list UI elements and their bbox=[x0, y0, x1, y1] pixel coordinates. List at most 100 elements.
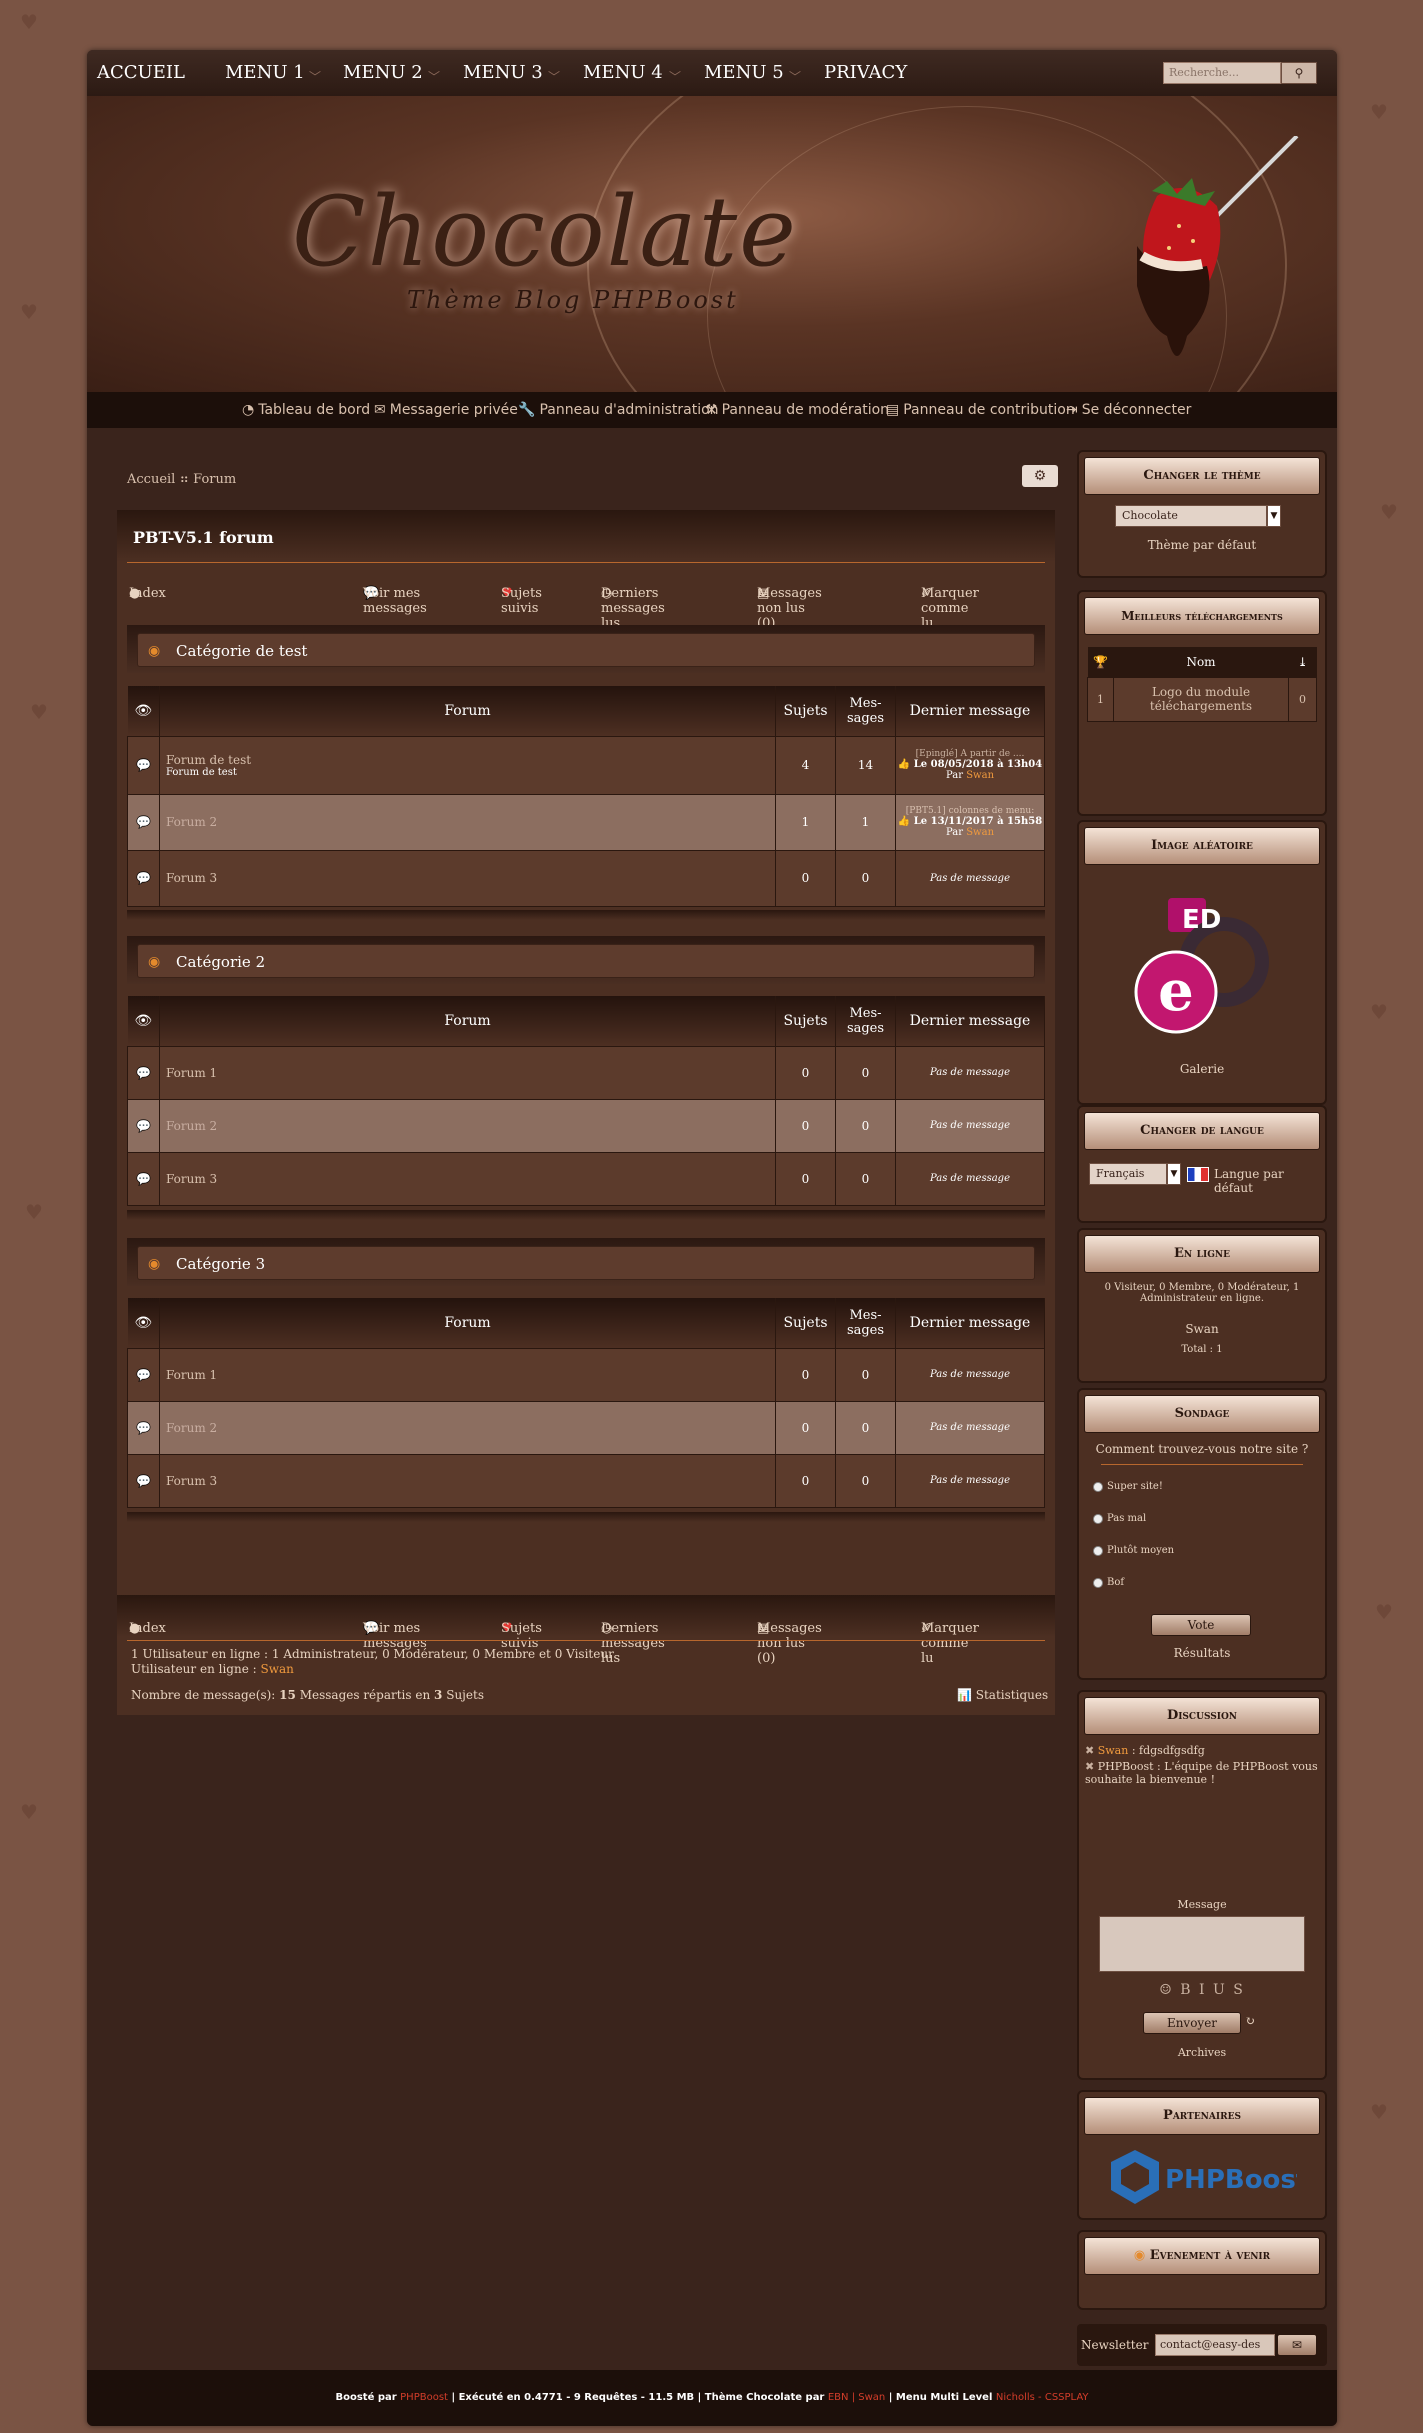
newsletter-submit-button[interactable]: ✉ bbox=[1277, 2334, 1317, 2356]
menu-item-accueil[interactable]: ACCUEIL bbox=[97, 62, 185, 83]
forum-nav-top: ● Index 💬 Voir mes messages ♥ Sujets suiv… bbox=[127, 570, 1045, 631]
cssplay-link[interactable]: Nicholls - CSSPLAY bbox=[996, 2392, 1089, 2403]
trophy-icon: 🏆 bbox=[1087, 647, 1114, 677]
rss-icon[interactable]: ◉ bbox=[1134, 2248, 1150, 2263]
subforum-link[interactable]: Forum de test bbox=[166, 767, 775, 778]
site-logo-title[interactable]: Chocolate bbox=[292, 176, 798, 288]
rss-icon[interactable]: ◉ bbox=[148, 643, 160, 659]
table-row[interactable]: 💬 Forum 1 0 0 Pas de message bbox=[127, 1347, 1045, 1402]
forum-table: 👁 Forum Sujets Mes-sages Dernier message… bbox=[127, 996, 1045, 1206]
rss-icon[interactable]: ◉ bbox=[148, 1256, 160, 1272]
forum-link[interactable]: Forum 3 bbox=[159, 1151, 776, 1206]
theme-select[interactable]: Chocolate bbox=[1115, 505, 1267, 527]
refresh-icon[interactable]: ↻ bbox=[1245, 2014, 1255, 2028]
forum-cell[interactable]: Forum de test Forum de test bbox=[159, 735, 776, 795]
last-topic-title[interactable]: [Epinglé] A partir de .... bbox=[896, 749, 1044, 759]
vote-button[interactable]: Vote bbox=[1151, 1614, 1251, 1636]
forum-link[interactable]: Forum 3 bbox=[159, 1453, 776, 1508]
theme-authors-link[interactable]: EBN | Swan bbox=[828, 2392, 885, 2403]
forum-link[interactable]: Forum de test bbox=[166, 753, 775, 767]
comment-icon: 💬 bbox=[127, 793, 160, 851]
poll-results-link[interactable]: Résultats bbox=[1079, 1646, 1325, 1660]
private-messages-link[interactable]: ✉ Messagerie privée bbox=[374, 402, 518, 418]
download-item-link[interactable]: Logo du module téléchargements bbox=[1113, 676, 1289, 722]
logout-link[interactable]: ⇥ Se déconnecter bbox=[1066, 402, 1191, 418]
chevron-down-icon[interactable]: ▼ bbox=[1167, 1163, 1181, 1185]
table-row[interactable]: 💬 Forum 2 1 1 [PBT5.1] colonnes de menu:… bbox=[127, 793, 1045, 851]
table-row[interactable]: 💬 Forum 3 0 0 Pas de message bbox=[127, 1453, 1045, 1508]
moderation-panel-label: Panneau de modération bbox=[721, 402, 890, 418]
last-message-cell[interactable]: [Epinglé] A partir de .... 👍 Le 08/05/201… bbox=[895, 735, 1045, 795]
poll-radio-2[interactable] bbox=[1093, 1514, 1103, 1524]
menu-item-menu-4[interactable]: MENU 4 bbox=[583, 62, 663, 83]
footer-boosted-label: Boosté par bbox=[335, 2392, 397, 2403]
forum-link[interactable]: Forum 2 bbox=[159, 1400, 776, 1455]
gallery-link[interactable]: Galerie bbox=[1079, 1062, 1325, 1076]
table-row[interactable]: 💬 Forum 1 0 0 Pas de message bbox=[127, 1045, 1045, 1100]
comment-icon: 💬 bbox=[127, 1045, 160, 1100]
dashboard-link[interactable]: ◔ Tableau de bord bbox=[242, 402, 370, 418]
menu-item-privacy[interactable]: PRIVACY bbox=[824, 62, 907, 83]
table-row[interactable]: 1 Logo du module téléchargements 0 bbox=[1087, 676, 1317, 722]
chevron-down-icon[interactable]: ▼ bbox=[1267, 505, 1281, 527]
messages-count: 0 bbox=[835, 849, 896, 907]
forum-link[interactable]: Forum 2 bbox=[159, 793, 776, 851]
gallery-image[interactable]: e ED bbox=[1124, 892, 1284, 1042]
table-row[interactable]: 💬 Forum de test Forum de test 4 14 [Eping… bbox=[127, 735, 1045, 795]
category-title-box[interactable]: ◉ Catégorie 3 bbox=[137, 1246, 1035, 1280]
moderation-panel-link[interactable]: ⚒ Panneau de modération bbox=[705, 402, 889, 418]
menu-item-menu-1[interactable]: MENU 1 bbox=[225, 62, 305, 83]
language-select[interactable]: Français bbox=[1089, 1163, 1167, 1185]
last-message-user[interactable]: Swan bbox=[966, 827, 994, 838]
statistics-link[interactable]: 📊 Statistiques bbox=[957, 1688, 1048, 1702]
forum-link[interactable]: Forum 3 bbox=[159, 849, 776, 907]
search-input[interactable]: Recherche... bbox=[1163, 62, 1281, 84]
online-users-label: Utilisateur en ligne : bbox=[131, 1662, 257, 1676]
message-textarea[interactable] bbox=[1099, 1916, 1305, 1972]
forum-link[interactable]: Forum 1 bbox=[159, 1045, 776, 1100]
search-button[interactable]: ⚲ bbox=[1281, 62, 1317, 84]
send-button[interactable]: Envoyer bbox=[1143, 2012, 1241, 2034]
category-title-box[interactable]: ◉ Catégorie 2 bbox=[137, 944, 1035, 978]
contribution-panel-link[interactable]: ▤ Panneau de contribution bbox=[886, 402, 1075, 418]
online-user-link[interactable]: Swan bbox=[1079, 1322, 1325, 1336]
delete-icon[interactable]: ✖ bbox=[1085, 1744, 1098, 1757]
forum-title: PBT-V5.1 forum bbox=[133, 528, 274, 547]
comment-icon: 💬 bbox=[127, 1098, 160, 1153]
last-message-cell[interactable]: [PBT5.1] colonnes de menu: 👍 Le 13/11/201… bbox=[895, 793, 1045, 851]
newsletter-email-input[interactable]: contact@easy-des bbox=[1155, 2334, 1275, 2356]
table-row[interactable]: 💬 Forum 2 0 0 Pas de message bbox=[127, 1400, 1045, 1455]
table-row[interactable]: 💬 Forum 3 0 0 Pas de message bbox=[127, 849, 1045, 907]
breadcrumb-forum[interactable]: Forum bbox=[193, 472, 236, 487]
admin-panel-link[interactable]: 🔧 Panneau d'administration bbox=[518, 402, 719, 418]
shout-user-link[interactable]: Swan bbox=[1098, 1744, 1129, 1757]
last-topic-title[interactable]: [PBT5.1] colonnes de menu: bbox=[896, 806, 1044, 816]
poll-radio-4[interactable] bbox=[1093, 1578, 1103, 1588]
breadcrumb-home[interactable]: Accueil bbox=[127, 472, 175, 487]
delete-icon[interactable]: ✖ bbox=[1085, 1760, 1098, 1773]
poll-radio-1[interactable] bbox=[1093, 1482, 1103, 1492]
forum-link[interactable]: Forum 2 bbox=[159, 1098, 776, 1153]
archives-link[interactable]: Archives bbox=[1079, 2046, 1325, 2059]
french-flag-icon bbox=[1187, 1167, 1209, 1182]
breadcrumb-separator-icon: ⠶ bbox=[179, 472, 194, 487]
phpboost-link[interactable]: PHPBoost bbox=[400, 2392, 448, 2403]
format-toolbar[interactable]: ☺ B I U S bbox=[1079, 1982, 1325, 1998]
last-message-user[interactable]: Swan bbox=[966, 770, 994, 781]
forum-link[interactable]: Forum 1 bbox=[159, 1347, 776, 1402]
footer-execution-info: | Exécuté en 0.4771 - 9 Requêtes - 11.5 … bbox=[451, 2392, 825, 2403]
menu-item-menu-3[interactable]: MENU 3 bbox=[463, 62, 543, 83]
table-row[interactable]: 💬 Forum 2 0 0 Pas de message bbox=[127, 1098, 1045, 1153]
menu-item-menu-5[interactable]: MENU 5 bbox=[704, 62, 784, 83]
category-title-box[interactable]: ◉ Catégorie de test bbox=[137, 633, 1035, 667]
online-user-link[interactable]: Swan bbox=[260, 1662, 293, 1676]
topics-count: 0 bbox=[775, 1151, 836, 1206]
table-row[interactable]: 💬 Forum 3 0 0 Pas de message bbox=[127, 1151, 1045, 1206]
default-language-link[interactable]: Langue par défaut bbox=[1214, 1167, 1325, 1195]
phpboost-logo[interactable]: PHPBoost bbox=[1107, 2148, 1297, 2208]
default-theme-link[interactable]: Thème par défaut bbox=[1079, 538, 1325, 552]
menu-item-menu-2[interactable]: MENU 2 bbox=[343, 62, 423, 83]
rss-icon[interactable]: ◉ bbox=[148, 954, 160, 970]
poll-radio-3[interactable] bbox=[1093, 1546, 1103, 1556]
settings-button[interactable]: ⚙ bbox=[1022, 465, 1058, 487]
